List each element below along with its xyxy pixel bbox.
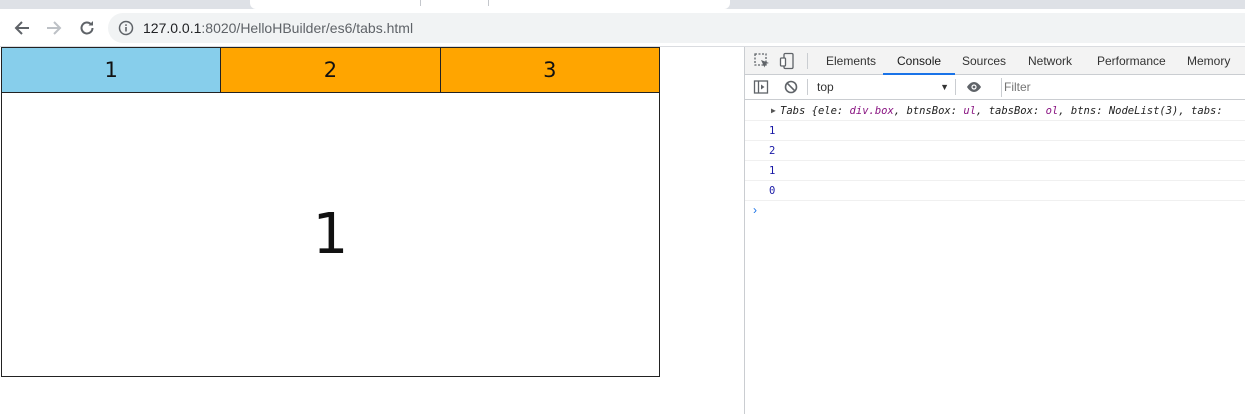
url-path: :8020/HelloHBuilder/es6/tabs.html [201,20,414,36]
back-button[interactable] [10,16,34,40]
inspect-element-icon[interactable] [753,52,771,70]
object-preview: Tabs {ele: div.box, btnsBox: ul, tabsBox… [780,101,1223,120]
tabs-box: 1 2 3 1 [1,47,660,377]
tab-button-1[interactable]: 1 [2,48,222,92]
object-value: ul [963,105,977,117]
toolbar-divider [955,79,956,95]
info-icon[interactable] [118,20,134,36]
object-separator: , [1178,105,1192,117]
tab-panel: 1 [312,202,349,267]
url-host: 127.0.0.1 [143,20,202,36]
devtools-tab-sources[interactable]: Sources [962,47,1006,75]
console-log-number: 1 [745,121,1245,141]
toolbar-divider [807,79,808,95]
tab-separator [420,0,421,6]
tab-button-2[interactable]: 2 [221,48,441,92]
dropdown-arrow-icon: ▼ [940,82,949,92]
console-filter-bar: top ▼ Filter [745,75,1245,100]
tab-button-3[interactable]: 3 [440,48,659,92]
object-key: tabsBox: [988,105,1046,117]
object-key: btnsBox: [906,105,964,117]
clear-console-icon[interactable] [783,79,799,95]
console-filter-input[interactable]: Filter [1001,78,1245,97]
devtools-panel: Elements Console Sources Network Perform… [744,47,1245,414]
sidebar-toggle-icon[interactable] [753,79,769,95]
devtools-tab-elements[interactable]: Elements [826,47,876,75]
expand-triangle-icon[interactable]: ▶ [771,101,776,120]
page-viewport: 1 2 3 1 [0,47,744,414]
devtools-tab-memory[interactable]: Memory [1187,47,1230,75]
device-toolbar-icon[interactable] [779,52,797,70]
object-separator: , [976,105,989,117]
browser-tab[interactable] [250,0,730,9]
console-log-object[interactable]: ▶ Tabs {ele: div.box, btnsBox: ul, tabsB… [745,101,1245,121]
console-prompt[interactable]: › [745,201,1245,221]
reload-button[interactable] [75,16,99,40]
devtools-tab-console[interactable]: Console [883,47,956,75]
console-log-number: 1 [745,161,1245,181]
address-bar[interactable]: 127.0.0.1:8020/HelloHBuilder/es6/tabs.ht… [108,13,1245,43]
devtools-tab-bar: Elements Console Sources Network Perform… [745,47,1245,75]
object-key: btns: [1070,105,1109,117]
toolbar-divider [807,53,808,69]
object-key: ele: [817,105,850,117]
object-prefix: Tabs { [780,105,818,117]
object-separator: , [893,105,907,117]
devtools-tab-network[interactable]: Network [1028,47,1072,75]
tab-buttons: 1 2 3 [2,48,659,93]
reload-icon [80,21,94,35]
browser-toolbar: 127.0.0.1:8020/HelloHBuilder/es6/tabs.ht… [0,9,1245,47]
browser-tab-strip [0,0,1245,9]
context-label: top [817,80,834,94]
object-key: tabs: [1191,105,1223,117]
context-selector[interactable]: top ▼ [817,78,949,97]
arrow-right-icon [47,21,62,35]
console-log-number: 0 [745,181,1245,201]
eye-icon[interactable] [966,79,982,95]
console-log-number: 2 [745,141,1245,161]
forward-button[interactable] [42,16,66,40]
object-separator: , [1058,105,1071,117]
console-output: ▶ Tabs {ele: div.box, btnsBox: ul, tabsB… [745,101,1245,221]
object-value: ol [1045,105,1059,117]
object-value: NodeList(3) [1108,105,1179,117]
tab-separator [488,0,489,6]
object-value: div.box [849,105,894,117]
arrow-left-icon [14,21,29,35]
devtools-tab-performance[interactable]: Performance [1097,47,1166,75]
url-text: 127.0.0.1:8020/HelloHBuilder/es6/tabs.ht… [143,20,413,36]
